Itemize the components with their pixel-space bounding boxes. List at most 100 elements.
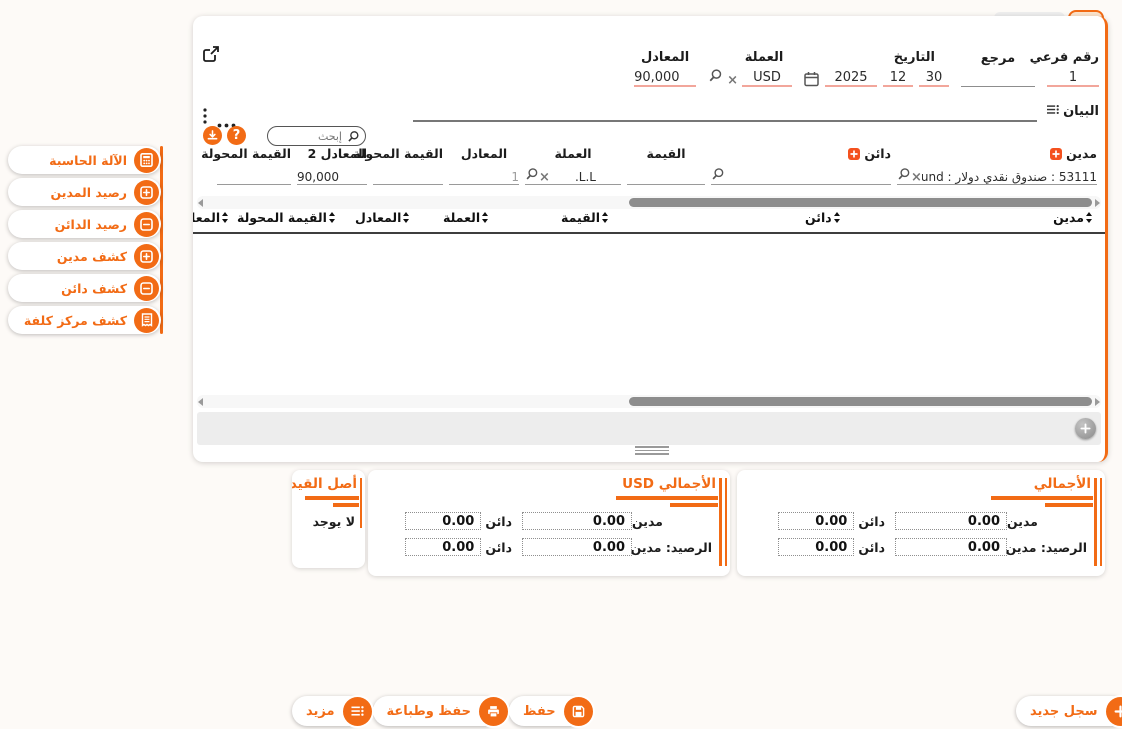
table-body-empty: [193, 234, 1105, 392]
entry-rate-label: المعادل: [449, 146, 519, 161]
sub-number-input[interactable]: 1: [1047, 65, 1099, 87]
entry-rate-input[interactable]: 1: [449, 164, 519, 185]
search-icon[interactable]: [708, 68, 723, 87]
search-icon[interactable]: [897, 167, 911, 184]
bracket-decoration: [670, 503, 718, 507]
printer-icon: [479, 697, 508, 726]
scrollbar-thumb[interactable]: [629, 397, 1092, 406]
currency-input[interactable]: USD: [742, 65, 792, 87]
clear-icon[interactable]: ×: [539, 171, 550, 184]
bracket-decoration: [1094, 478, 1097, 566]
save-print-button[interactable]: حفظ وطباعة: [373, 696, 500, 726]
balance-debit-value: 0.00: [895, 538, 1007, 556]
entry-debit-label: مدين: [1066, 146, 1097, 161]
balance-debit-value: 0.00: [522, 538, 632, 556]
kebab-menu-icon[interactable]: [203, 108, 207, 128]
bracket-decoration: [1045, 503, 1093, 507]
sidebar-item-debit-balance[interactable]: رصيد المدين: [8, 178, 161, 206]
entry-amount-field: القيمة: [627, 146, 705, 185]
date-year-input[interactable]: 2025: [825, 65, 877, 87]
download-button[interactable]: [203, 126, 222, 145]
totals-main-card: الأجمالي مدين 0.00 دائن 0.00 الرصيد: مدي…: [737, 470, 1105, 576]
entry-converted-input[interactable]: [373, 164, 443, 185]
column-header-debit[interactable]: مدين: [1053, 210, 1093, 225]
more-button[interactable]: مزيد: [292, 696, 364, 726]
statement-input[interactable]: [413, 120, 1037, 122]
plus-icon: [1106, 697, 1122, 726]
header-fields-row: رقم فرعي 1 مرجع التاريخ 30 12 2025: [634, 50, 1099, 87]
totals-balance-row: الرصيد: مدين 0.00 دائن 0.00: [405, 538, 712, 556]
search-box: [267, 126, 366, 146]
debit-total-value: 0.00: [522, 512, 632, 530]
balance-credit-value: 0.00: [778, 538, 854, 556]
search-icon[interactable]: [711, 167, 725, 184]
date-month-input[interactable]: 12: [883, 65, 913, 87]
journal-entry-screen: لائحة رقم فرعي 1 مرجع التاريخ 30 12 2025: [0, 0, 1122, 729]
calendar-icon[interactable]: [804, 71, 819, 87]
totals-balance-row: الرصيد: مدين 0.00 دائن 0.00: [778, 538, 1087, 556]
sidebar-item-credit-statement[interactable]: كشف دائن: [8, 274, 161, 302]
balance-credit-value: 0.00: [405, 538, 481, 556]
rate-input[interactable]: 90,000: [634, 65, 696, 87]
search-icon: [347, 130, 360, 143]
sidebar-item-debit-statement[interactable]: كشف مدين: [8, 242, 161, 270]
new-record-button[interactable]: سجل جديد: [1016, 696, 1122, 726]
sidebar-item-label: كشف مدين: [57, 249, 127, 264]
column-header-currency[interactable]: العملة: [443, 210, 489, 225]
entry-rate2-input[interactable]: 90,000: [297, 164, 367, 185]
save-button[interactable]: حفظ: [509, 696, 585, 726]
sidebar-item-cost-center-statement[interactable]: كشف مركز كلفة: [8, 306, 161, 334]
search-input[interactable]: [270, 129, 344, 144]
footer-actions: حفظ حفظ وطباعة مزيد: [292, 696, 585, 726]
save-print-label: حفظ وطباعة: [387, 704, 471, 719]
share-icon[interactable]: [201, 44, 221, 68]
scroll-right-arrow[interactable]: [1095, 398, 1100, 406]
entry-debit-input[interactable]: 53111 : صندوق نقدي دولار : und ×: [897, 164, 1097, 185]
balance-label: الرصيد: مدين: [632, 540, 712, 555]
plus-box-icon: [134, 180, 159, 205]
search-icon[interactable]: [525, 167, 539, 184]
minus-box-icon: [134, 212, 159, 237]
entry-converted-label: القيمة المحولة: [373, 146, 443, 161]
add-account-icon[interactable]: [848, 148, 860, 160]
entry-amount-input[interactable]: [627, 164, 705, 185]
reference-input[interactable]: [961, 66, 1035, 87]
column-header-amount[interactable]: القيمة: [561, 210, 609, 225]
clear-icon[interactable]: ×: [727, 74, 738, 87]
statement-label: البيان: [1063, 104, 1099, 119]
credit-total-value: 0.00: [405, 512, 481, 530]
panel-resize-handle[interactable]: [635, 446, 669, 455]
statement-list-icon[interactable]: [1047, 104, 1059, 119]
add-account-icon[interactable]: [1050, 148, 1062, 160]
scroll-left-arrow[interactable]: [198, 199, 203, 207]
minus-box-icon: [134, 276, 159, 301]
sidebar-item-credit-balance[interactable]: رصيد الدائن: [8, 210, 161, 238]
entry-rate2-label: المعادل 2: [297, 146, 367, 161]
scrollbar-thumb[interactable]: [629, 198, 1092, 207]
entry-credit-input[interactable]: [711, 164, 891, 185]
rate-label: المعادل: [634, 50, 696, 65]
column-header-credit[interactable]: دائن: [805, 210, 841, 225]
date-day-input[interactable]: 30: [919, 65, 949, 87]
help-button[interactable]: [227, 126, 246, 145]
sidebar-item-calculator[interactable]: الآلة الحاسبة: [8, 146, 161, 174]
add-row-bar: [197, 412, 1101, 445]
scroll-right-arrow[interactable]: [1095, 199, 1100, 207]
add-row-button[interactable]: [1075, 418, 1096, 439]
entry-converted2-input[interactable]: [217, 164, 291, 185]
entry-credit-label: دائن: [864, 146, 891, 161]
totals-row: مدين 0.00 دائن 0.00: [778, 512, 1087, 530]
sub-number-field: رقم فرعي 1: [1047, 50, 1099, 87]
clear-icon[interactable]: ×: [911, 171, 922, 184]
column-header-rate2[interactable]: المعا: [193, 210, 229, 225]
more-label: مزيد: [306, 704, 335, 719]
sidebar-item-label: رصيد المدين: [51, 185, 127, 200]
scroll-left-arrow[interactable]: [198, 398, 203, 406]
bracket-decoration: [725, 478, 728, 566]
column-header-converted[interactable]: القيمة المحولة: [237, 210, 336, 225]
entry-currency-input[interactable]: L.L. ×: [525, 164, 621, 185]
balance-credit-label: دائن: [858, 540, 885, 555]
receipt-icon: [134, 308, 159, 333]
column-header-rate[interactable]: المعادل: [355, 210, 410, 225]
entry-rate-field: المعادل 1: [449, 146, 519, 185]
